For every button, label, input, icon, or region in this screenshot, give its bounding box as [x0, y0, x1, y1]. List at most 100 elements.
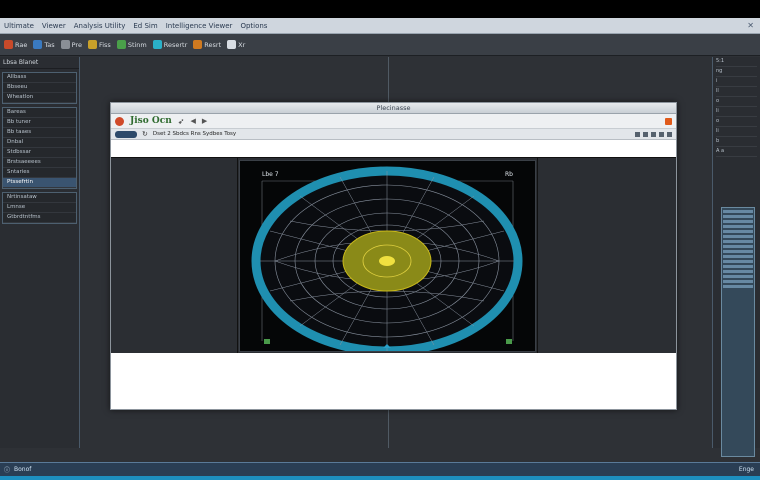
taskbar-strip: [0, 476, 760, 480]
layer-line: [723, 235, 753, 238]
properties-row[interactable]: ng: [716, 68, 757, 77]
properties-row[interactable]: A a: [716, 148, 757, 157]
layer-line: [723, 285, 753, 288]
viewport-right-pane: [537, 158, 676, 354]
status-left: Bonof: [14, 466, 32, 473]
sidebar-group-3: Nrtinsataw Lmnse Gtbrdtntfms: [2, 192, 77, 224]
address-bar: ↻ Dset 2 Sbdcs Rns Sydbes Tosy: [111, 129, 676, 140]
tool-icon[interactable]: [635, 131, 640, 137]
corner-marker-icon: [506, 339, 512, 344]
dialog-viewport: Lbe 7 Rb: [111, 157, 676, 354]
properties-row[interactable]: b: [716, 138, 757, 147]
yellow-square-icon: [87, 40, 97, 49]
list-item[interactable]: Gtbrdtntfms: [3, 213, 76, 223]
left-sidebar: Lbsa Blanet Allbass Bbseeu Wheatlon Bare…: [0, 57, 80, 448]
viewer-dialog: Plecinasse Jiso Ocn ➶ ◀ ▶ ↻ Dset 2 Sbdcs…: [110, 102, 677, 410]
sidebar-group-1: Allbass Bbseeu Wheatlon: [2, 72, 77, 104]
desktop-screen: Ultimate Viewer Analysis Utility Ed Sim …: [0, 18, 760, 480]
corner-marker-icon: [264, 339, 270, 344]
menu-item-5[interactable]: Intelligence Viewer: [166, 22, 233, 30]
toolbar-button-2[interactable]: Tas: [33, 40, 55, 49]
dialog-title: Plecinasse: [111, 103, 676, 114]
list-item-selected[interactable]: Ptssefrtin: [3, 178, 76, 188]
cyan-square-icon: [152, 40, 162, 49]
address-text[interactable]: Dset 2 Sbdcs Rns Sydbes Tosy: [153, 131, 236, 137]
layer-line: [723, 255, 753, 258]
white-square-icon: [227, 40, 237, 49]
menu-item-2[interactable]: Viewer: [42, 22, 66, 30]
list-item[interactable]: Allbass: [3, 73, 76, 83]
refresh-icon[interactable]: ↻: [142, 130, 148, 138]
list-item[interactable]: Wheatlon: [3, 93, 76, 103]
main-toolbar: Rae Tas Pre Fiss Stinm Resertr Resrt Xr: [0, 34, 760, 56]
layer-line: [723, 215, 753, 218]
properties-row[interactable]: 5:1: [716, 58, 757, 67]
green-square-icon: [116, 40, 126, 49]
toolbar-button-3[interactable]: Pre: [60, 40, 82, 49]
orange-square-icon: [193, 40, 203, 49]
layer-line: [723, 210, 753, 213]
toolbar-button-6[interactable]: Resertr: [152, 40, 187, 49]
properties-row[interactable]: li: [716, 108, 757, 117]
status-bar: ⓘ Bonof Enge: [0, 462, 760, 476]
list-item[interactable]: Bb taaes: [3, 128, 76, 138]
window-close-icon[interactable]: ✕: [747, 21, 754, 30]
address-tools: [635, 131, 672, 137]
layer-line: [723, 225, 753, 228]
tool-icon[interactable]: [659, 131, 664, 137]
core-center: [379, 256, 395, 266]
layer-line: [723, 220, 753, 223]
status-right: Enge: [738, 466, 754, 473]
layer-line: [723, 230, 753, 233]
toolbar-button-8[interactable]: Xr: [227, 40, 245, 49]
list-item[interactable]: Brstsaeeees: [3, 158, 76, 168]
list-item[interactable]: Lmnse: [3, 203, 76, 213]
properties-row[interactable]: ll: [716, 88, 757, 97]
polar-grid-view[interactable]: Lbe 7 Rb: [239, 160, 536, 352]
info-icon: ⓘ: [4, 467, 11, 474]
toolbar-button-5[interactable]: Stinm: [116, 40, 147, 49]
menu-bar: Ultimate Viewer Analysis Utility Ed Sim …: [0, 18, 760, 34]
properties-row[interactable]: o: [716, 118, 757, 127]
layer-line: [723, 245, 753, 248]
tool-icon[interactable]: [651, 131, 656, 137]
list-item[interactable]: Bareas: [3, 108, 76, 118]
gray-square-icon: [60, 40, 70, 49]
menu-item-1[interactable]: Ultimate: [4, 22, 34, 30]
layer-line: [723, 240, 753, 243]
list-item[interactable]: Bbseeu: [3, 83, 76, 93]
menu-item-3[interactable]: Analysis Utility: [74, 22, 126, 30]
app-name: Jiso Ocn: [130, 116, 172, 126]
toolbar-button-4[interactable]: Fiss: [87, 40, 111, 49]
properties-row[interactable]: i: [716, 78, 757, 87]
toolbar-button-1[interactable]: Rae: [4, 40, 27, 49]
toolbar-button-7[interactable]: Resrt: [193, 40, 221, 49]
arrow-right-icon[interactable]: ▶: [202, 117, 207, 125]
list-item[interactable]: Bb tuner: [3, 118, 76, 128]
properties-row[interactable]: o: [716, 98, 757, 107]
sidebar-group-2: Bareas Bb tuner Bb taaes Dnbal Stdbssar …: [2, 107, 77, 189]
right-sidebar: 5:1 ng i ll o li o li b A a: [712, 57, 760, 457]
layer-line: [723, 250, 753, 253]
dialog-close-button[interactable]: [665, 117, 672, 125]
tool-icon[interactable]: [667, 131, 672, 137]
list-item[interactable]: Stdbssar: [3, 148, 76, 158]
bird-icon: ➶: [177, 116, 185, 126]
tool-icon[interactable]: [643, 131, 648, 137]
blue-square-icon: [33, 40, 43, 49]
list-item[interactable]: Dnbal: [3, 138, 76, 148]
layer-line: [723, 275, 753, 278]
menu-item-6[interactable]: Options: [240, 22, 267, 30]
dialog-toolbar: Jiso Ocn ➶ ◀ ▶: [111, 114, 676, 129]
dialog-footer: [111, 353, 676, 409]
arrow-left-icon[interactable]: ◀: [190, 117, 195, 125]
red-square-icon: [4, 40, 13, 49]
layer-line: [723, 260, 753, 263]
menu-item-4[interactable]: Ed Sim: [133, 22, 157, 30]
layer-list[interactable]: [721, 207, 755, 457]
properties-row[interactable]: li: [716, 128, 757, 137]
layer-line: [723, 270, 753, 273]
toggle-pill[interactable]: [115, 130, 137, 138]
list-item[interactable]: Nrtinsataw: [3, 193, 76, 203]
list-item[interactable]: Sntaries: [3, 168, 76, 178]
